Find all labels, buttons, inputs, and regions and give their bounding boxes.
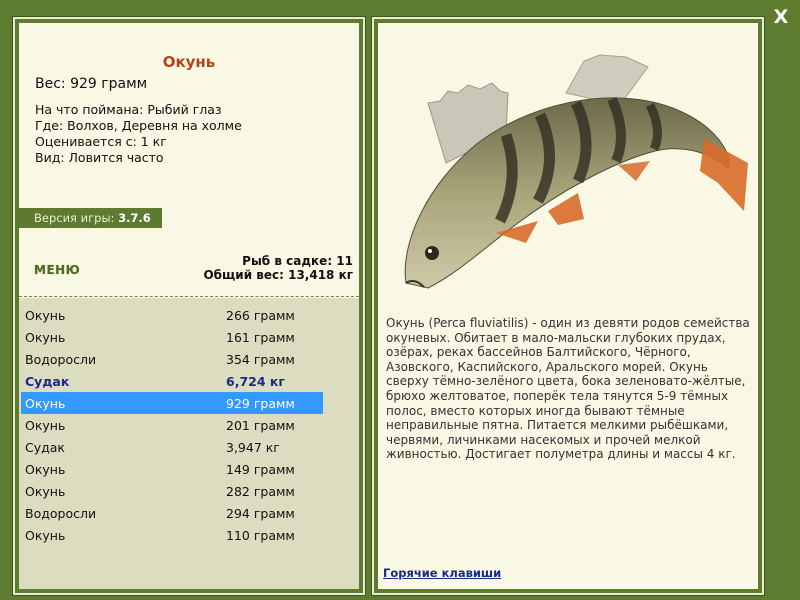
catch-fish-weight: 282 грамм: [226, 484, 295, 499]
keepnet-total-weight: Общий вес: 13,418 кг: [203, 268, 353, 282]
catch-fish-name: Окунь: [25, 484, 66, 499]
catch-list-row[interactable]: Окунь 929 грамм: [21, 392, 323, 414]
perch-fish-image: [404, 54, 748, 289]
fish-price: Оценивается с: 1 кг: [35, 134, 167, 149]
catch-fish-weight: 929 грамм: [226, 396, 295, 411]
fish-info-panel-inner: Окунь Вес: 929 грамм На что поймана: Рыб…: [19, 23, 359, 589]
fish-detail-panel: Окунь (Perca fluviatilis) - один из девя…: [371, 16, 765, 596]
catch-fish-name: Окунь: [25, 396, 66, 411]
catch-fish-name: Водоросли: [25, 506, 97, 521]
fish-weight: Вес: 929 грамм: [35, 76, 148, 92]
fish-detail-panel-inner: Окунь (Perca fluviatilis) - один из девя…: [378, 23, 758, 589]
catch-fish-name: Водоросли: [25, 352, 97, 367]
catch-list-row[interactable]: Окунь 110 грамм: [21, 524, 323, 546]
catch-list-row[interactable]: Окунь 201 грамм: [21, 414, 323, 436]
catch-fish-weight: 161 грамм: [226, 330, 295, 345]
version-label: Версия игры:: [34, 211, 115, 225]
fish-name-title: Окунь: [162, 53, 216, 71]
catch-list-row[interactable]: Водоросли 354 грамм: [21, 348, 323, 370]
game-version-bar: Версия игры: 3.7.6: [19, 208, 162, 228]
menu-button[interactable]: МЕНЮ: [34, 263, 80, 277]
dashed-divider: [19, 296, 359, 297]
fish-info-panel: Окунь Вес: 929 грамм На что поймана: Рыб…: [12, 16, 366, 596]
catch-fish-name: Окунь: [25, 418, 66, 433]
catch-fish-weight: 266 грамм: [226, 308, 295, 323]
catch-fish-weight: 354 грамм: [226, 352, 295, 367]
fish-rarity: Вид: Ловится часто: [35, 150, 164, 165]
catch-fish-weight: 149 грамм: [226, 462, 295, 477]
catch-fish-name: Судак: [25, 374, 70, 389]
catch-fish-weight: 201 грамм: [226, 418, 295, 433]
catch-fish-name: Окунь: [25, 528, 66, 543]
catch-list-row[interactable]: Окунь 266 грамм: [21, 304, 323, 326]
game-window: X Окунь Вес: 929 грамм На что поймана: Р…: [0, 0, 800, 600]
catch-fish-weight: 3,947 кг: [226, 440, 280, 455]
fish-bait: На что поймана: Рыбий глаз: [35, 102, 222, 117]
catch-fish-weight: 294 грамм: [226, 506, 295, 521]
keepnet-count: Рыб в садке: 11: [242, 254, 353, 268]
fish-description: Окунь (Perca fluviatilis) - один из девя…: [386, 316, 750, 462]
close-button[interactable]: X: [770, 6, 792, 28]
catch-list-row[interactable]: Окунь 149 грамм: [21, 458, 323, 480]
catch-list-row[interactable]: Судак 3,947 кг: [21, 436, 323, 458]
catch-fish-weight: 6,724 кг: [226, 374, 285, 389]
catch-fish-name: Судак: [25, 440, 65, 455]
catch-list-row[interactable]: Окунь 282 грамм: [21, 480, 323, 502]
catch-list-row[interactable]: Водоросли 294 грамм: [21, 502, 323, 524]
version-value: 3.7.6: [118, 211, 151, 225]
catch-list-row[interactable]: Окунь 161 грамм: [21, 326, 323, 348]
catch-fish-weight: 110 грамм: [226, 528, 295, 543]
hotkeys-link[interactable]: Горячие клавиши: [383, 566, 501, 580]
catch-list: Окунь 266 грамм Окунь 161 грамм Водоросли 354…: [19, 298, 359, 589]
catch-list-row[interactable]: Судак 6,724 кг: [21, 370, 323, 392]
fish-location: Где: Волхов, Деревня на холме: [35, 118, 242, 133]
catch-fish-name: Окунь: [25, 308, 66, 323]
catch-fish-name: Окунь: [25, 330, 66, 345]
catch-fish-name: Окунь: [25, 462, 66, 477]
